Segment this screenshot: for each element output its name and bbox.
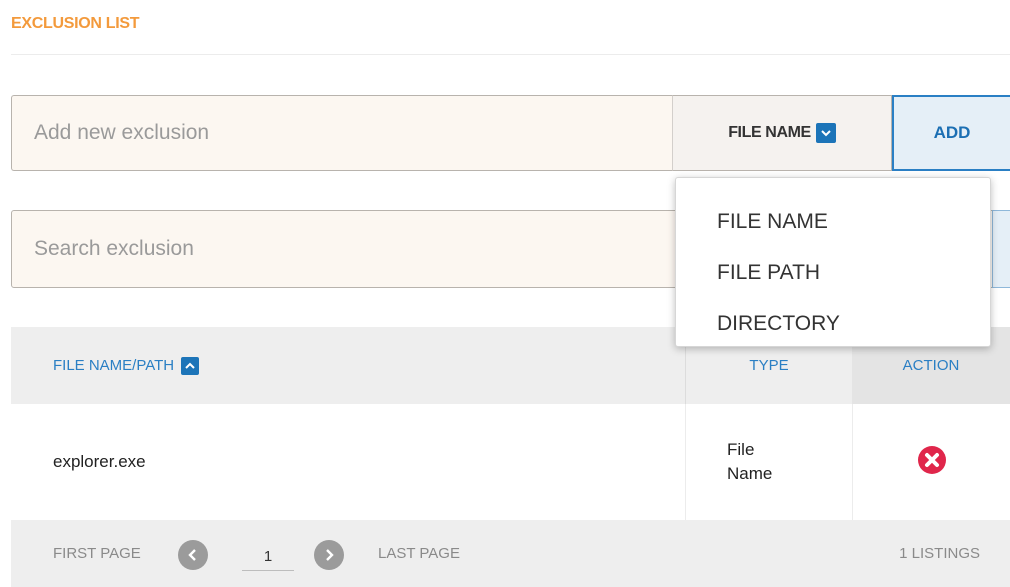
column-header-name-label: FILE NAME/PATH [53,357,175,374]
cell-file-name: explorer.exe [53,452,146,471]
cell-type: File Name [685,404,851,520]
exclusion-type-select[interactable]: FILE NAME [672,95,892,171]
chevron-up-icon[interactable] [181,356,200,375]
add-exclusion-placeholder: Add new exclusion [34,121,210,144]
dropdown-option-directory[interactable]: DIRECTORY [676,298,990,349]
exclusion-type-dropdown: FILE NAME FILE PATH DIRECTORY [675,177,991,347]
cell-action [852,404,1010,520]
table-row: explorer.exe File Name [11,404,1010,520]
add-button[interactable]: ADD [892,95,1010,171]
exclusion-type-value: FILE NAME [728,124,811,141]
listings-count: 1 LISTINGS [899,545,980,562]
add-exclusion-input[interactable]: Add new exclusion [11,95,672,171]
chevron-left-icon[interactable] [178,540,208,570]
dropdown-option-file-path[interactable]: FILE PATH [676,247,990,298]
first-page-link[interactable]: FIRST PAGE [53,520,141,587]
chevron-down-icon [815,123,836,143]
remove-circle-icon[interactable] [916,444,948,481]
search-exclusion-placeholder: Search exclusion [34,237,194,260]
title-divider [11,54,1010,55]
dropdown-option-file-name[interactable]: FILE NAME [676,196,990,247]
column-header-name[interactable]: FILE NAME/PATH [53,327,200,404]
pagination-bar: FIRST PAGE 1 LAST PAGE 1 LISTINGS [11,520,1010,587]
cell-type-value: File Name [727,440,773,483]
search-button[interactable] [992,210,1010,288]
page-title: EXCLUSION LIST [11,15,140,32]
last-page-link[interactable]: LAST PAGE [378,520,460,587]
page-number-input[interactable]: 1 [242,542,294,571]
chevron-right-icon[interactable] [314,540,344,570]
